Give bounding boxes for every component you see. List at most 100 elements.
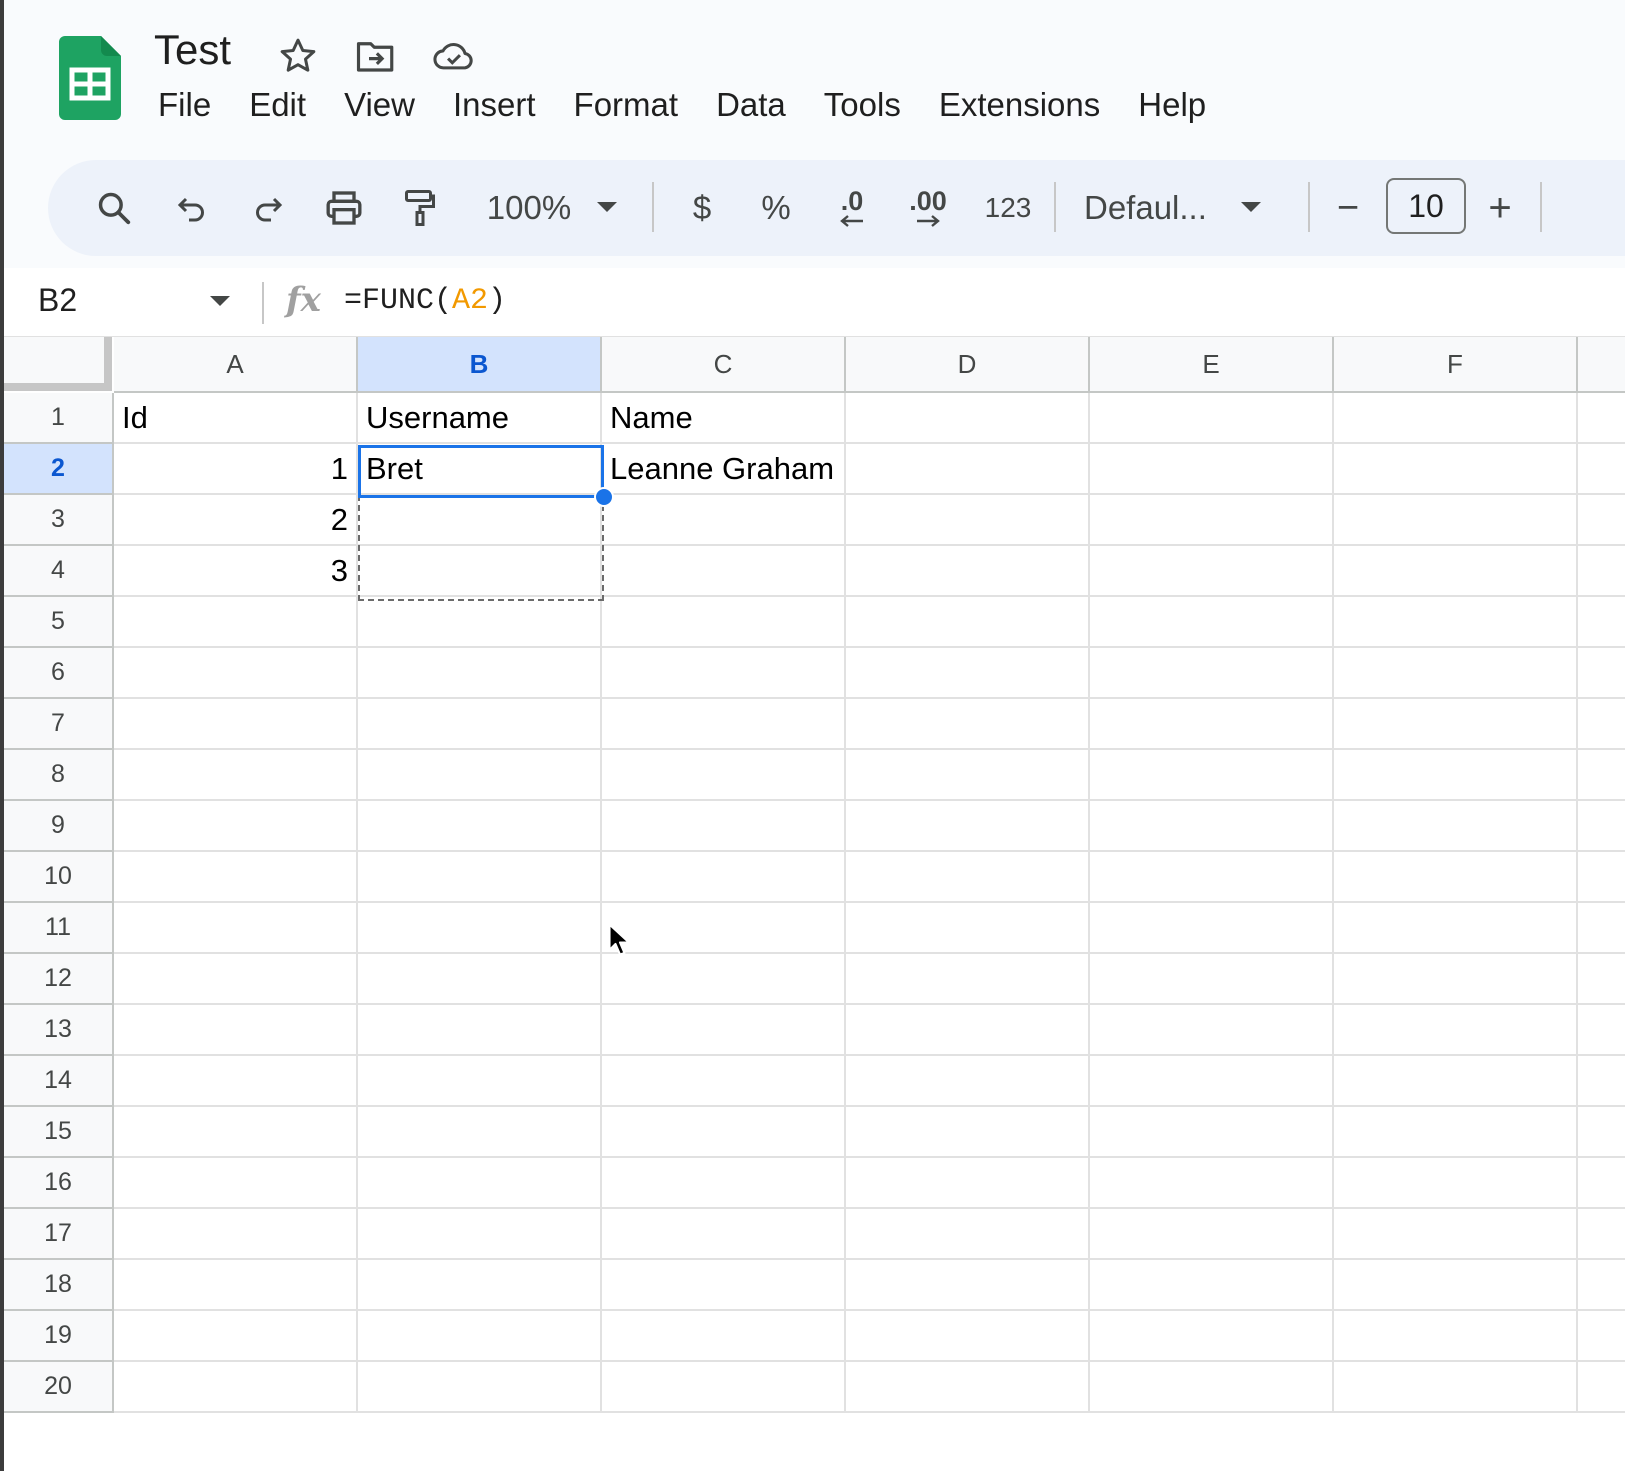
grid-cell[interactable] (1334, 1005, 1578, 1056)
grid-cell[interactable] (846, 750, 1090, 801)
percent-format-button[interactable]: % (748, 180, 804, 236)
row-header-18[interactable]: 18 (4, 1260, 114, 1311)
grid-cell[interactable] (1578, 1362, 1625, 1413)
grid-cell[interactable] (1090, 1005, 1334, 1056)
menu-tools[interactable]: Tools (805, 82, 920, 128)
grid-cell[interactable] (602, 1158, 846, 1209)
row-header-14[interactable]: 14 (4, 1056, 114, 1107)
decrease-font-size-button[interactable]: − (1320, 180, 1376, 236)
grid-cell[interactable] (846, 1158, 1090, 1209)
grid-cell[interactable] (846, 699, 1090, 750)
grid-cell[interactable] (358, 699, 602, 750)
row-header-15[interactable]: 15 (4, 1107, 114, 1158)
grid-cell[interactable] (114, 648, 358, 699)
grid-cell[interactable] (114, 750, 358, 801)
grid-cell[interactable] (1090, 444, 1334, 495)
currency-format-button[interactable]: $ (674, 180, 730, 236)
increase-font-size-button[interactable]: + (1472, 180, 1528, 236)
grid-cell[interactable] (602, 903, 846, 954)
grid-cell[interactable] (1334, 1209, 1578, 1260)
row-header-11[interactable]: 11 (4, 903, 114, 954)
grid-cell[interactable] (358, 750, 602, 801)
undo-button[interactable] (164, 180, 220, 236)
grid-cell[interactable] (1090, 1362, 1334, 1413)
menu-view[interactable]: View (325, 82, 434, 128)
grid-cell[interactable] (114, 1260, 358, 1311)
row-header-3[interactable]: 3 (4, 495, 114, 546)
grid-cell[interactable] (846, 1056, 1090, 1107)
grid-cell[interactable] (846, 1362, 1090, 1413)
row-header-8[interactable]: 8 (4, 750, 114, 801)
grid-cell[interactable] (358, 1005, 602, 1056)
grid-cell[interactable] (1090, 903, 1334, 954)
grid-cell[interactable] (1090, 852, 1334, 903)
grid-cell[interactable] (1578, 597, 1625, 648)
document-title[interactable]: Test (154, 26, 231, 74)
spreadsheet-grid[interactable]: A B C D E F 1 2 3 4 5 6 7 8 9 10 11 12 1… (4, 337, 1625, 1471)
grid-cell[interactable] (846, 393, 1090, 444)
grid-cell[interactable] (602, 801, 846, 852)
cloud-saved-icon[interactable] (432, 34, 476, 78)
move-folder-icon[interactable] (354, 34, 398, 78)
name-box[interactable]: B2 (38, 282, 77, 319)
row-header-5[interactable]: 5 (4, 597, 114, 648)
sheets-logo-icon[interactable] (59, 36, 121, 125)
grid-cell[interactable] (1334, 852, 1578, 903)
grid-cell[interactable] (1578, 1056, 1625, 1107)
cell-b2[interactable]: Bret (358, 444, 602, 495)
grid-cell[interactable] (1090, 1056, 1334, 1107)
grid-cell[interactable] (358, 852, 602, 903)
row-header-1[interactable]: 1 (4, 393, 114, 444)
grid-cell[interactable] (1578, 648, 1625, 699)
menu-extensions[interactable]: Extensions (920, 82, 1119, 128)
grid-cell[interactable] (1334, 495, 1578, 546)
grid-cell[interactable] (1578, 1311, 1625, 1362)
grid-cell[interactable] (358, 1311, 602, 1362)
grid-cell[interactable] (602, 699, 846, 750)
row-header-6[interactable]: 6 (4, 648, 114, 699)
column-header-c[interactable]: C (602, 337, 846, 393)
row-header-19[interactable]: 19 (4, 1311, 114, 1362)
grid-cell[interactable] (1578, 903, 1625, 954)
grid-cell[interactable] (1578, 801, 1625, 852)
grid-cell[interactable] (114, 852, 358, 903)
grid-cell[interactable] (1578, 1005, 1625, 1056)
column-header-e[interactable]: E (1090, 337, 1334, 393)
grid-cell[interactable] (1334, 1311, 1578, 1362)
grid-cell[interactable] (358, 1362, 602, 1413)
grid-cell[interactable] (1334, 1362, 1578, 1413)
grid-cell[interactable] (1578, 546, 1625, 597)
row-header-17[interactable]: 17 (4, 1209, 114, 1260)
grid-cell[interactable] (1578, 699, 1625, 750)
star-icon[interactable] (276, 34, 320, 78)
grid-cell[interactable] (114, 1158, 358, 1209)
row-header-10[interactable]: 10 (4, 852, 114, 903)
menu-file[interactable]: File (139, 82, 230, 128)
chevron-down-icon[interactable] (210, 296, 230, 308)
grid-cell[interactable] (602, 852, 846, 903)
grid-cell[interactable] (602, 495, 846, 546)
column-header-d[interactable]: D (846, 337, 1090, 393)
more-formats-button[interactable]: 123 (976, 180, 1040, 236)
font-size-input[interactable]: 10 (1386, 178, 1466, 234)
grid-cell[interactable] (358, 954, 602, 1005)
grid-cell[interactable] (602, 1362, 846, 1413)
fill-handle[interactable] (594, 487, 614, 507)
print-button[interactable] (316, 180, 372, 236)
grid-cell[interactable] (1334, 1056, 1578, 1107)
grid-cell[interactable] (1090, 954, 1334, 1005)
grid-cell[interactable] (1578, 495, 1625, 546)
grid-cell[interactable] (358, 1260, 602, 1311)
grid-cell[interactable] (358, 1209, 602, 1260)
grid-cell[interactable] (846, 954, 1090, 1005)
grid-cell[interactable] (602, 1107, 846, 1158)
grid-cell[interactable] (1578, 1107, 1625, 1158)
menu-insert[interactable]: Insert (434, 82, 555, 128)
grid-cell[interactable] (1334, 1260, 1578, 1311)
grid-cell[interactable] (114, 903, 358, 954)
grid-cell[interactable] (602, 1311, 846, 1362)
grid-cell[interactable] (1334, 648, 1578, 699)
grid-cell[interactable] (1090, 648, 1334, 699)
grid-cell[interactable] (602, 597, 846, 648)
grid-cell[interactable] (1334, 1158, 1578, 1209)
